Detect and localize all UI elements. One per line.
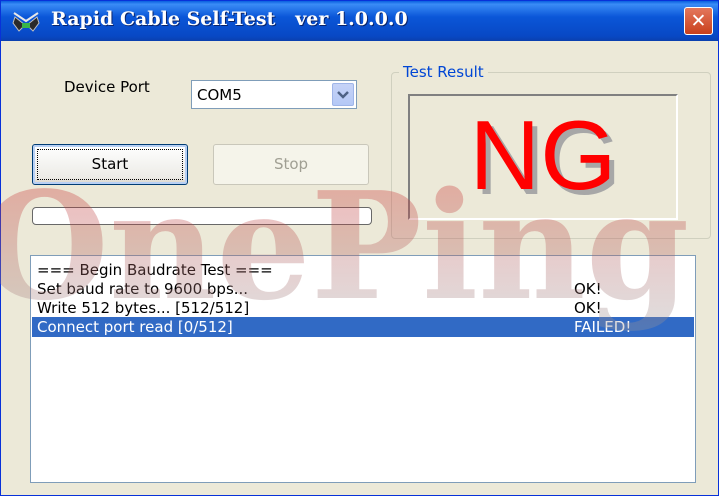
device-port-value: COM5 — [197, 86, 242, 104]
log-message: === Begin Baudrate Test === — [37, 261, 273, 279]
log-row[interactable]: Connect port read [0/512] FAILED! — [32, 317, 694, 337]
test-result-title: Test Result — [399, 63, 488, 81]
cable-app-icon — [11, 9, 41, 33]
log-status: OK! — [574, 299, 602, 317]
log-row[interactable]: Write 512 bytes... [512/512] OK! — [32, 298, 694, 318]
log-row[interactable]: Set baud rate to 9600 bps... OK! — [32, 279, 694, 299]
window-title: Rapid Cable Self-Test ver 1.0.0.0 — [51, 8, 408, 30]
test-log-list[interactable]: === Begin Baudrate Test === Set baud rate… — [30, 255, 696, 483]
start-button-label: Start — [91, 155, 129, 173]
test-progress-bar — [32, 207, 372, 225]
log-message: Connect port read [0/512] — [37, 318, 233, 336]
log-status: OK! — [574, 280, 602, 298]
close-button[interactable]: ✕ — [684, 7, 713, 35]
app-window: Rapid Cable Self-Test ver 1.0.0.0 ✕ Devi… — [0, 0, 719, 496]
start-button[interactable]: Start — [32, 144, 188, 185]
device-port-label: Device Port — [64, 78, 150, 96]
log-message: Set baud rate to 9600 bps... — [37, 280, 249, 298]
stop-button[interactable]: Stop — [213, 144, 369, 185]
log-status: FAILED! — [574, 318, 632, 336]
stop-button-label: Stop — [273, 155, 309, 173]
close-icon: ✕ — [690, 10, 707, 32]
log-message: Write 512 bytes... [512/512] — [37, 299, 250, 317]
test-result-panel: NG — [408, 94, 678, 220]
device-port-select[interactable]: COM5 — [191, 80, 357, 109]
log-row[interactable]: === Begin Baudrate Test === — [32, 260, 694, 280]
chevron-down-icon — [337, 91, 349, 99]
dropdown-arrow-button[interactable] — [332, 83, 354, 106]
test-result-value: NG — [469, 100, 617, 210]
title-bar[interactable]: Rapid Cable Self-Test ver 1.0.0.0 ✕ — [1, 1, 718, 41]
